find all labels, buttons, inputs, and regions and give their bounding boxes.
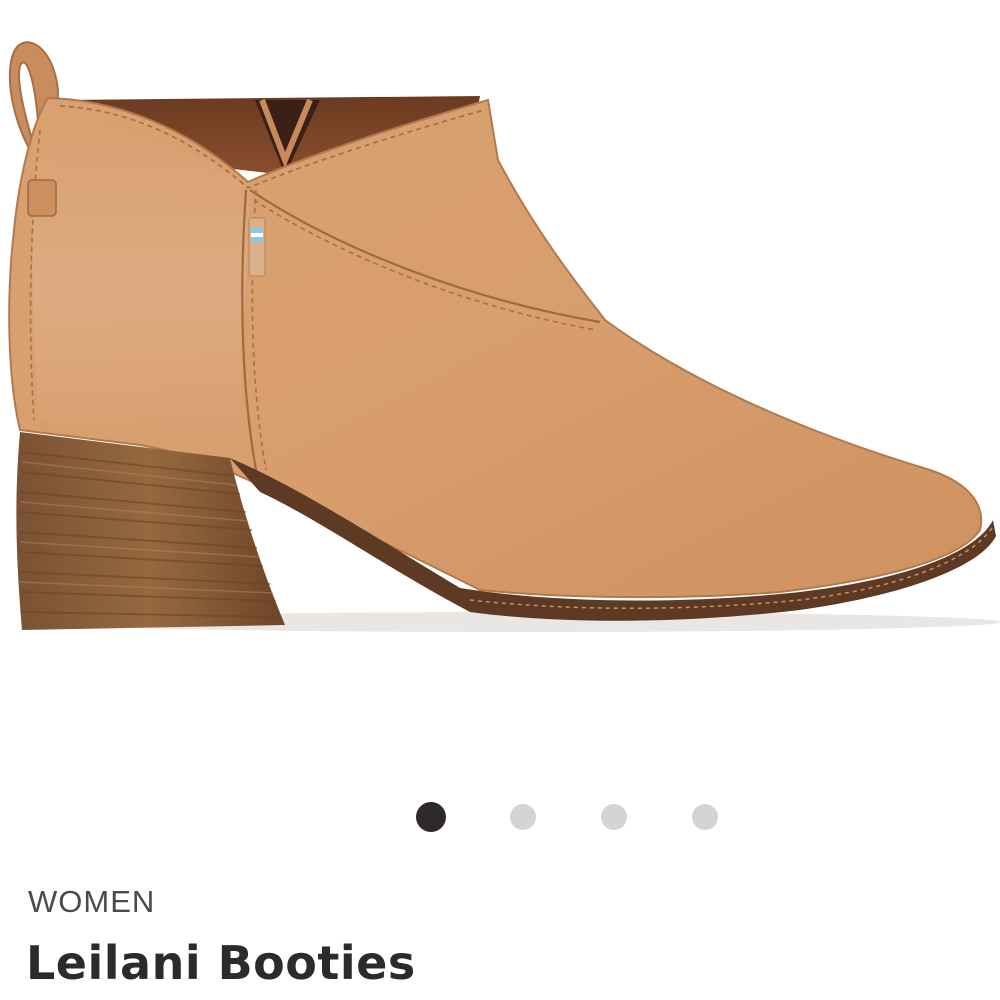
product-page: WOMEN Leilani Booties	[0, 0, 1000, 1000]
carousel-dot-2[interactable]	[510, 804, 536, 830]
product-title: Leilani Booties	[26, 936, 416, 990]
product-category: WOMEN	[28, 884, 156, 919]
carousel-dot-3[interactable]	[601, 804, 627, 830]
carousel-pagination	[0, 802, 1000, 834]
bootie-illustration	[8, 41, 1000, 632]
product-image[interactable]	[0, 0, 1000, 780]
carousel-dot-1[interactable]	[416, 802, 446, 832]
carousel-dot-4[interactable]	[692, 804, 718, 830]
back-tab	[27, 179, 57, 217]
brand-flag-icon	[248, 217, 266, 277]
